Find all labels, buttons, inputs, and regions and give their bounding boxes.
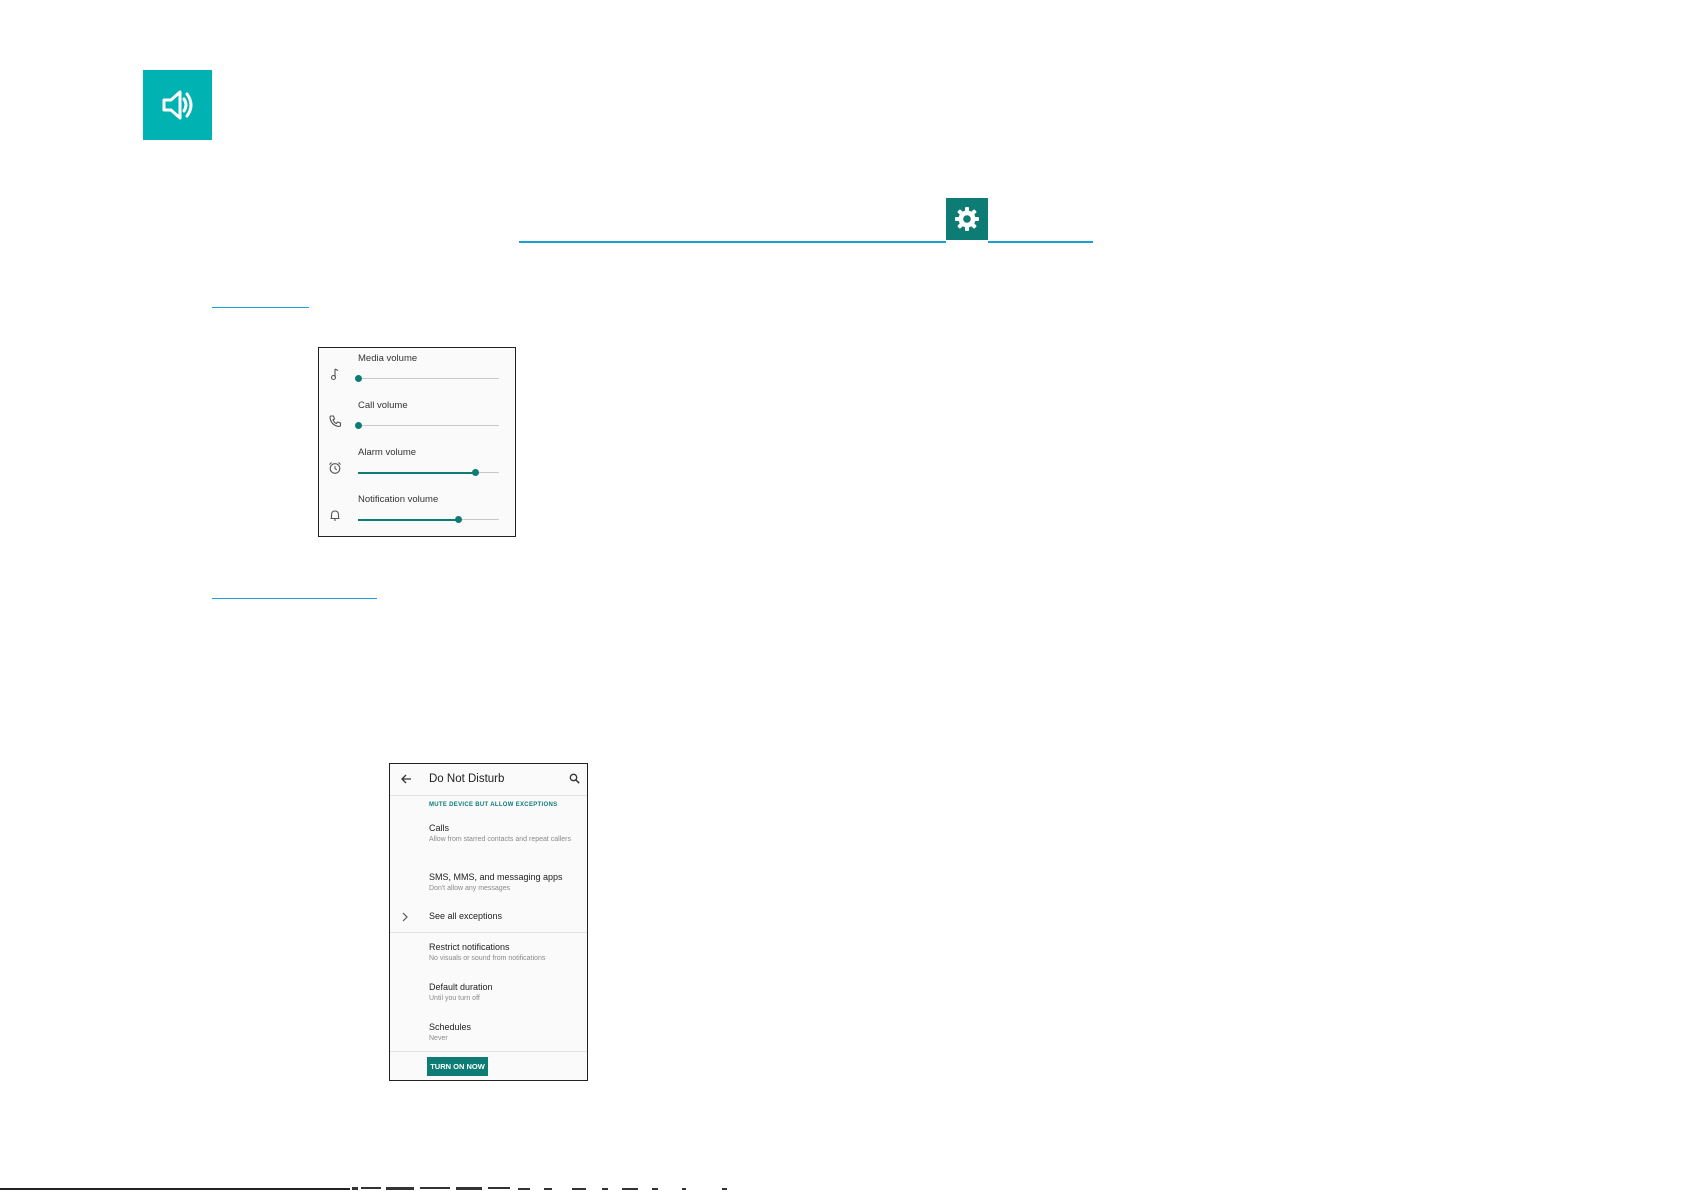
header-rule-right — [988, 241, 1093, 243]
section-link-underline[interactable] — [212, 307, 309, 308]
header-rule-left — [519, 241, 946, 243]
divider — [390, 1051, 587, 1052]
dnd-item-default-duration[interactable]: Default duration Until you turn off — [429, 982, 579, 1003]
media-volume-thumb[interactable] — [354, 375, 362, 382]
section-link-underline-2[interactable] — [212, 598, 377, 599]
divider — [390, 932, 587, 933]
media-volume-slider[interactable] — [354, 375, 499, 382]
dnd-item-title: Default duration — [429, 982, 493, 992]
search-icon[interactable] — [569, 773, 580, 784]
dnd-item-title: Schedules — [429, 1022, 472, 1032]
dnd-item-title: Calls — [429, 823, 450, 833]
phone-icon — [329, 415, 342, 428]
media-volume-label: Media volume — [358, 353, 418, 364]
call-volume-slider[interactable] — [354, 422, 499, 429]
footer-text-fragment — [352, 1187, 727, 1190]
settings-badge — [946, 198, 988, 240]
back-arrow-icon[interactable] — [400, 773, 412, 785]
call-volume-row: Call volume — [319, 395, 515, 442]
dnd-item-schedules[interactable]: Schedules Never — [429, 1022, 579, 1043]
notification-volume-label: Notification volume — [358, 494, 439, 505]
notification-volume-row: Notification volume — [319, 489, 515, 536]
dnd-item-subtitle: Don't allow any messages — [429, 885, 511, 892]
alarm-volume-label: Alarm volume — [358, 447, 417, 458]
dnd-item-see-all-exceptions[interactable]: See all exceptions — [429, 911, 579, 922]
alarm-volume-row: Alarm volume — [319, 442, 515, 489]
volume-up-icon — [162, 90, 192, 120]
dnd-item-restrict-notifications[interactable]: Restrict notifications No visuals or sou… — [429, 942, 579, 963]
footer-rule — [0, 1188, 350, 1190]
dnd-item-subtitle: Allow from starred contacts and repeat c… — [429, 836, 572, 843]
dnd-title: Do Not Disturb — [429, 773, 505, 785]
music-note-icon — [330, 368, 339, 381]
dnd-item-subtitle: Never — [429, 1035, 448, 1042]
dnd-item-title: See all exceptions — [429, 911, 503, 921]
dnd-item-title: SMS, MMS, and messaging apps — [429, 872, 563, 882]
volume-settings-panel: Media volume Call volume Alarm volume No… — [318, 347, 516, 537]
dnd-section-header: MUTE DEVICE BUT ALLOW EXCEPTIONS — [429, 802, 558, 808]
dnd-app-bar: Do Not Disturb — [390, 764, 587, 796]
call-volume-thumb[interactable] — [354, 422, 362, 429]
gear-icon — [955, 207, 979, 231]
notification-volume-thumb[interactable] — [454, 516, 462, 523]
dnd-item-messages[interactable]: SMS, MMS, and messaging apps Don't allow… — [429, 872, 579, 893]
dnd-item-title: Restrict notifications — [429, 942, 510, 952]
chevron-right-icon — [402, 912, 408, 922]
bell-icon — [330, 510, 340, 521]
alarm-icon — [329, 462, 341, 474]
alarm-volume-thumb[interactable] — [471, 469, 479, 476]
dnd-item-subtitle: No visuals or sound from notifications — [429, 955, 546, 962]
do-not-disturb-panel: Do Not Disturb MUTE DEVICE BUT ALLOW EXC… — [389, 763, 588, 1081]
notification-volume-slider[interactable] — [358, 516, 499, 523]
turn-on-now-button[interactable]: TURN ON NOW — [427, 1057, 488, 1076]
media-volume-row: Media volume — [319, 348, 515, 395]
call-volume-label: Call volume — [358, 400, 408, 411]
dnd-item-subtitle: Until you turn off — [429, 995, 480, 1002]
dnd-item-calls[interactable]: Calls Allow from starred contacts and re… — [429, 823, 579, 844]
alarm-volume-slider[interactable] — [358, 469, 499, 476]
sound-settings-badge — [143, 70, 212, 140]
